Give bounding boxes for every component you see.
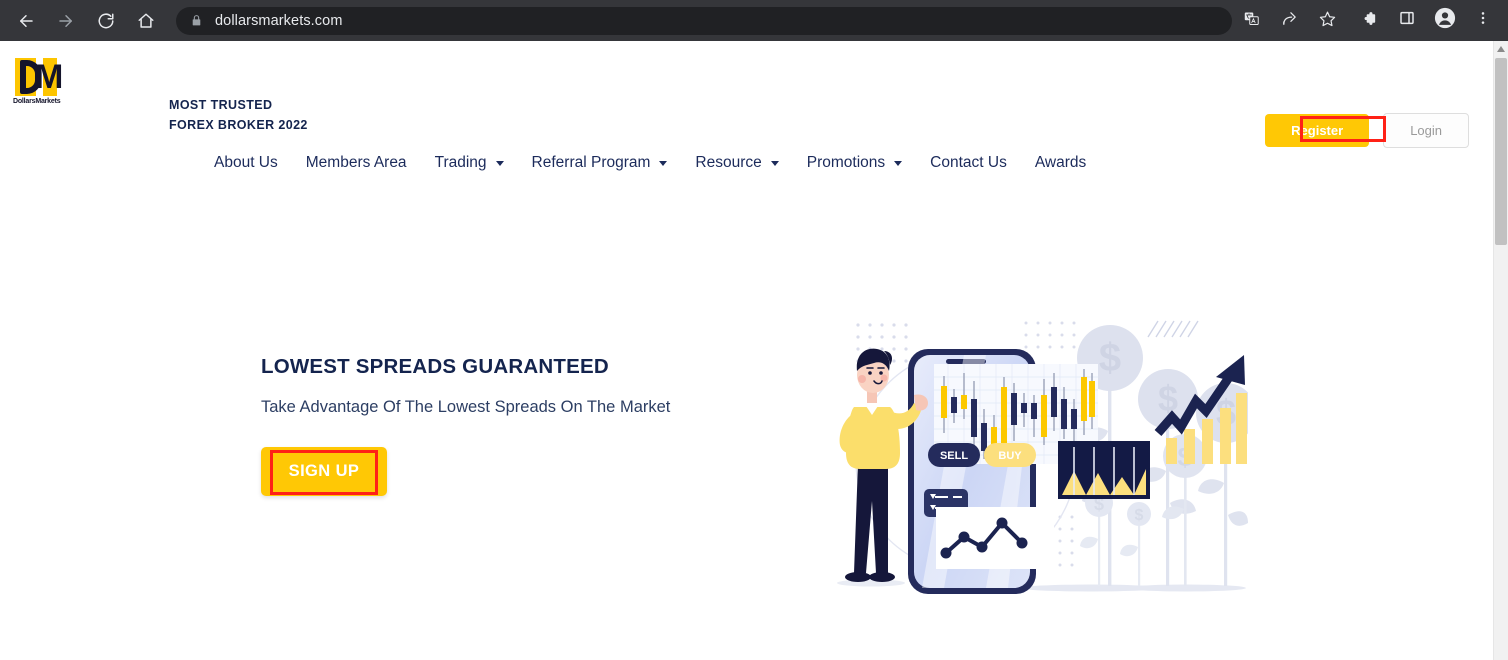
hero-copy: LOWEST SPREADS GUARANTEED Take Advantage… <box>261 355 670 496</box>
register-button[interactable]: Register <box>1265 114 1370 147</box>
profile-button[interactable] <box>1430 6 1460 36</box>
ground-shadow <box>837 579 905 587</box>
svg-text:$: $ <box>1135 507 1144 524</box>
omnibox-actions <box>1232 7 1346 35</box>
side-panel-button[interactable] <box>1392 6 1422 36</box>
signup-button[interactable]: SIGN UP <box>261 447 387 496</box>
sell-label: SELL <box>940 450 968 462</box>
site-tagline: MOST TRUSTED FOREX BROKER 2022 <box>169 95 308 135</box>
back-arrow-icon <box>17 12 35 30</box>
side-panel-icon <box>1399 10 1415 31</box>
tagline-line-1: MOST TRUSTED <box>169 98 273 112</box>
nav-item-contact-us[interactable]: Contact Us <box>916 154 1021 172</box>
nav-label: Promotions <box>806 154 886 171</box>
share-button[interactable] <box>1275 7 1303 35</box>
profile-avatar-icon <box>1434 7 1456 34</box>
forex-trading-illustration: $ $ $ $ SELL BUY <box>836 311 1248 601</box>
browser-toolbar: dollarsmarkets.com <box>0 0 1508 41</box>
nav-item-trading[interactable]: Trading <box>421 154 518 172</box>
reload-icon <box>97 12 115 30</box>
hero-section: LOWEST SPREADS GUARANTEED Take Advantage… <box>0 311 1493 641</box>
chevron-down-icon <box>659 160 668 166</box>
nav-item-resource[interactable]: Resource <box>681 154 792 172</box>
scroll-up-arrow-icon[interactable] <box>1494 41 1508 57</box>
tagline-line-2: FOREX BROKER 2022 <box>169 118 308 132</box>
page-viewport: M DollarsMarkets MOST TRUSTED FOREX BROK… <box>0 41 1493 660</box>
svg-text:$: $ <box>1158 378 1178 419</box>
home-icon <box>137 12 155 30</box>
chevron-down-icon <box>894 160 903 166</box>
nav-label: Referral Program <box>531 154 651 171</box>
nav-item-about-us[interactable]: About Us <box>200 154 292 172</box>
scrollbar-thumb[interactable] <box>1495 58 1507 245</box>
buy-button[interactable]: BUY <box>984 443 1036 467</box>
hatch-decor <box>1147 320 1199 338</box>
svg-text:$: $ <box>1099 336 1121 380</box>
nav-item-members-area[interactable]: Members Area <box>292 154 421 172</box>
nav-label: Members Area <box>305 154 407 171</box>
login-button[interactable]: Login <box>1383 113 1469 148</box>
home-button[interactable] <box>131 6 161 36</box>
nav-label: Contact Us <box>930 154 1007 171</box>
buy-label: BUY <box>998 450 1022 462</box>
nav-label: About Us <box>214 154 278 171</box>
browser-menu-button[interactable] <box>1468 6 1498 36</box>
hero-subtitle: Take Advantage Of The Lowest Spreads On … <box>261 398 671 416</box>
signup-button-wrap: SIGN UP <box>261 447 387 496</box>
navy-area-chart-panel <box>1058 441 1150 499</box>
back-button[interactable] <box>11 6 41 36</box>
line-chart-card <box>936 507 1054 569</box>
logo-mark: M <box>13 58 63 98</box>
auth-buttons: Register Login <box>1265 113 1469 148</box>
site-header: M DollarsMarkets MOST TRUSTED FOREX BROK… <box>0 41 1493 171</box>
lock-icon <box>190 14 203 27</box>
extensions-puzzle-icon <box>1361 10 1378 32</box>
nav-label: Trading <box>434 154 487 171</box>
logo-letter-m: M <box>35 58 63 96</box>
logo-caption: DollarsMarkets <box>13 98 61 105</box>
three-dot-menu-icon <box>1475 10 1491 31</box>
reload-button[interactable] <box>91 6 121 36</box>
nav-item-awards[interactable]: Awards <box>1021 154 1100 172</box>
hero-title: LOWEST SPREADS GUARANTEED <box>261 355 609 378</box>
bookmark-star-icon <box>1319 10 1336 32</box>
browser-nav-buttons <box>0 6 166 36</box>
nav-label: Resource <box>695 154 762 171</box>
chevron-down-icon <box>495 160 504 166</box>
main-navigation: About Us Members Area Trading Referral P… <box>200 154 1100 172</box>
translate-button[interactable] <box>1237 7 1265 35</box>
chevron-down-icon <box>770 160 779 166</box>
bookmark-button[interactable] <box>1313 7 1341 35</box>
forward-button[interactable] <box>51 6 81 36</box>
illustration-svg: $ $ $ $ SELL BUY <box>837 320 1248 594</box>
chrome-right-controls <box>1350 6 1508 36</box>
page-scrollbar[interactable] <box>1493 41 1508 660</box>
sell-button[interactable]: SELL <box>928 443 980 467</box>
nav-label: Awards <box>1034 154 1087 171</box>
address-bar[interactable]: dollarsmarkets.com <box>176 6 1232 35</box>
nav-item-referral-program[interactable]: Referral Program <box>518 154 682 172</box>
share-icon <box>1281 10 1298 32</box>
site-logo[interactable]: M DollarsMarkets <box>13 58 63 110</box>
nav-item-promotions[interactable]: Promotions <box>793 154 916 172</box>
url-text: dollarsmarkets.com <box>215 12 343 29</box>
extensions-button[interactable] <box>1354 6 1384 36</box>
translate-icon <box>1243 10 1260 32</box>
forward-arrow-icon <box>57 12 75 30</box>
